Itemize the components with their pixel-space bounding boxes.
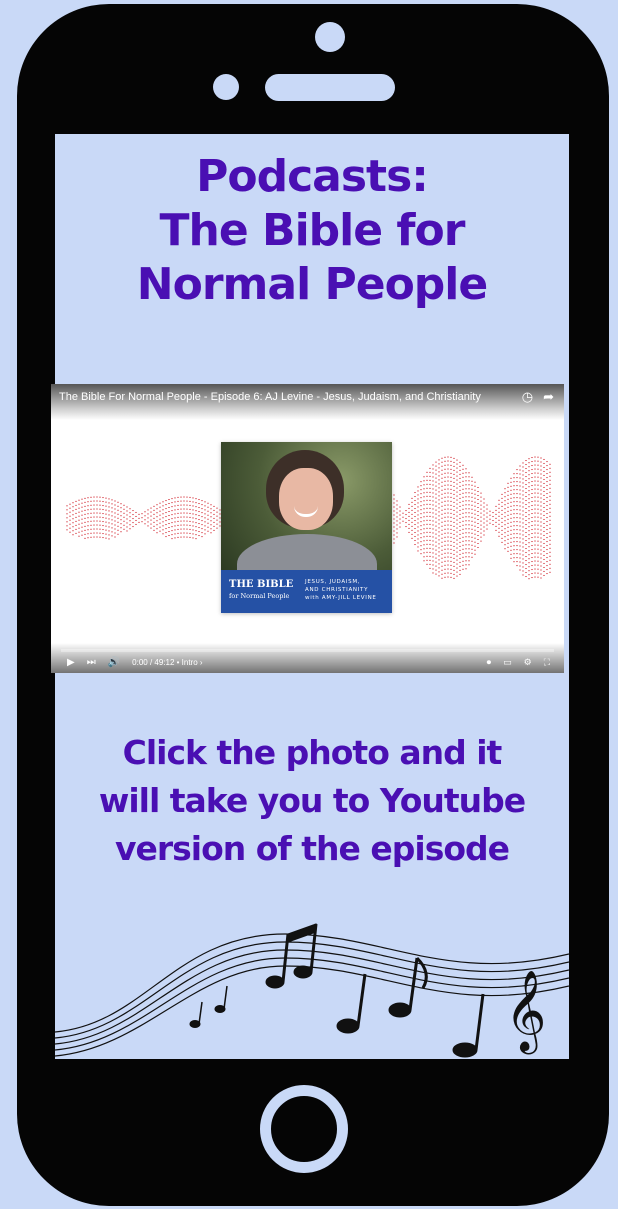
right-controls: ⏺ ▭ ⚙ ⛶: [487, 658, 550, 668]
podcast-logo: THE BIBLE: [229, 579, 294, 590]
podcast-logo-sub: for Normal People: [229, 592, 290, 600]
page-title: Podcasts: The Bible for Normal People: [55, 150, 569, 312]
fullscreen-icon[interactable]: ⛶: [544, 658, 550, 668]
video-actions: ◷ ➦: [522, 390, 554, 405]
title-line-2: The Bible for: [159, 205, 466, 256]
camera-icon: [315, 22, 345, 52]
episode-line-3: with AMY-JILL LEVINE: [305, 595, 377, 601]
settings-icon[interactable]: ⚙: [524, 658, 532, 668]
video-player[interactable]: THE BIBLE for Normal People JESUS, JUDAI…: [51, 384, 564, 673]
share-icon[interactable]: ➦: [543, 390, 554, 405]
home-button: [260, 1085, 348, 1173]
autoplay-toggle-icon[interactable]: ⏺: [487, 658, 492, 668]
thumbnail-banner: THE BIBLE for Normal People JESUS, JUDAI…: [221, 570, 392, 613]
episode-line-1: JESUS, JUDAISM,: [305, 579, 361, 585]
progress-bar[interactable]: [61, 649, 554, 652]
video-header: The Bible For Normal People - Episode 6:…: [51, 384, 564, 420]
guest-photo[interactable]: [221, 442, 392, 570]
next-icon[interactable]: ⏭: [87, 657, 96, 668]
instruction-line-1: Click the photo and it: [122, 733, 503, 772]
instruction-text: Click the photo and it will take you to …: [55, 729, 569, 873]
video-title[interactable]: The Bible For Normal People - Episode 6:…: [59, 391, 481, 403]
episode-title-text: JESUS, JUDAISM, AND CHRISTIANITY with AM…: [305, 578, 377, 602]
title-line-3: Normal People: [136, 259, 488, 310]
sensor-icon: [213, 74, 239, 100]
captions-icon[interactable]: ▭: [503, 658, 512, 668]
episode-line-2: AND CHRISTIANITY: [305, 587, 369, 593]
instruction-line-3: version of the episode: [114, 829, 510, 868]
play-icon[interactable]: ▶: [67, 657, 75, 668]
speaker-icon: [265, 74, 395, 101]
clock-icon[interactable]: ◷: [522, 390, 533, 405]
treble-clef-icon: 𝄞: [505, 969, 546, 1054]
volume-icon[interactable]: 🔊: [108, 657, 120, 668]
left-controls: ▶ ⏭ 🔊 0:00 / 49:12 • Intro ›: [67, 657, 203, 668]
title-line-1: Podcasts:: [196, 151, 429, 202]
video-controls: ▶ ⏭ 🔊 0:00 / 49:12 • Intro › ⏺ ▭ ⚙ ⛶: [51, 643, 564, 673]
guest-shoulders: [237, 534, 377, 570]
episode-thumbnail[interactable]: THE BIBLE for Normal People JESUS, JUDAI…: [221, 442, 392, 613]
guest-face: [279, 468, 333, 530]
time-display: 0:00 / 49:12 • Intro ›: [132, 658, 203, 667]
music-notes-decoration: 𝄞: [55, 923, 569, 1058]
instruction-line-2: will take you to Youtube: [98, 781, 526, 820]
